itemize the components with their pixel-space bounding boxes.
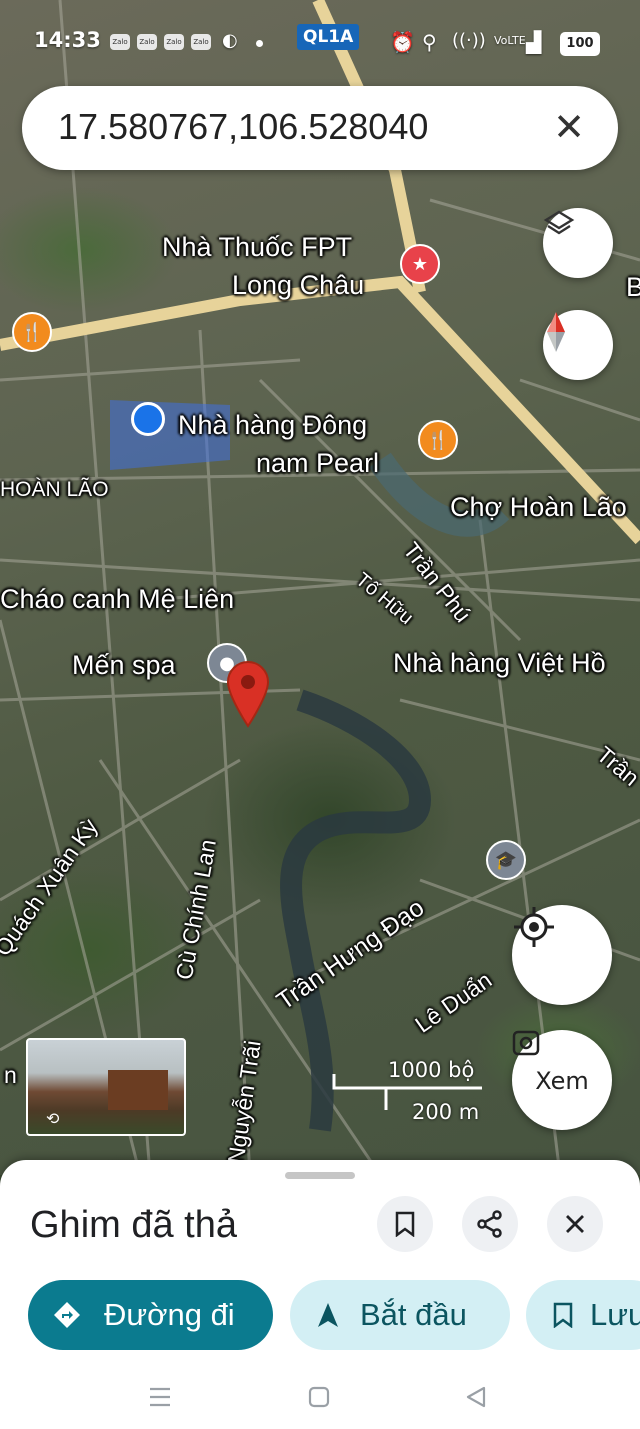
share-icon [477,1210,502,1238]
map-canvas[interactable]: 14:33 Zalo Zalo Zalo Zalo ◐ QL1A ⏰ ⚲ ((·… [0,0,640,1175]
my-location-button[interactable] [512,905,612,1005]
status-time: 14:33 [34,28,101,52]
location-icon: ⚲ [422,30,437,54]
close-icon [566,1215,584,1233]
place-label-pharmacy[interactable]: Nhà Thuốc FPT [162,232,352,263]
clear-search-icon[interactable]: ✕ [546,104,592,150]
search-bar[interactable]: 17.580767,106.528040 ✕ [22,86,618,170]
zalo-icon: Zalo [191,34,211,50]
save-label: Lưu [590,1297,640,1332]
share-button[interactable] [462,1196,518,1252]
sheet-title: Ghim đã thả [30,1204,237,1246]
back-icon[interactable] [464,1385,488,1409]
route-badge: QL1A [297,24,360,50]
search-input[interactable]: 17.580767,106.528040 [58,106,428,148]
zalo-icon: Zalo [137,34,157,50]
zalo-icon: Zalo [110,34,130,50]
house-image [108,1070,168,1110]
place-sheet[interactable]: Ghim đã thả Đường đi Bắt đầu Lưu [0,1160,640,1429]
restaurant-icon[interactable]: 🍴 [12,312,52,352]
home-icon[interactable] [307,1385,331,1409]
menu-icon[interactable] [148,1386,172,1408]
place-label-men-spa[interactable]: Mến spa [72,650,176,681]
status-bar: 14:33 Zalo Zalo Zalo Zalo ◐ QL1A ⏰ ⚲ ((·… [0,22,640,62]
zalo-icon: Zalo [164,34,184,50]
compass-icon [547,312,565,352]
navigation-arrow-icon [318,1303,338,1327]
street-view-label: Xem [535,1067,589,1095]
current-location-dot [131,402,165,436]
save-button[interactable]: Lưu [526,1280,640,1350]
school-icon[interactable]: 🎓 [486,840,526,880]
signal-icon: ▟ [526,30,542,54]
place-label-cho-hoan-lao[interactable]: Chợ Hoàn Lão [450,492,627,523]
system-nav-bar [0,1370,640,1429]
messenger-icon: ◐ [222,30,238,51]
dropped-pin-icon[interactable] [224,660,272,728]
notification-dot-icon [256,40,263,47]
road-label-edge: n [4,1062,17,1088]
directions-icon [54,1302,80,1328]
compass-button[interactable] [543,310,613,380]
scale-imperial: 1000 bộ [388,1058,475,1082]
wifi-icon: ((·)) [452,30,486,51]
layers-button[interactable] [543,208,613,278]
start-button[interactable]: Bắt đầu [290,1280,510,1350]
layers-icon [543,210,575,235]
map-scale: 1000 bộ 200 m [330,1058,490,1128]
bookmark-icon [395,1211,415,1237]
crosshair-icon [514,907,554,947]
360-icon: ⟲ [46,1109,60,1128]
place-label-dong-nam-pearl[interactable]: Nhà hàng Đông [178,410,367,441]
camera-search-icon [512,1030,540,1056]
lte-icon: VoLTE [494,34,526,47]
sheet-drag-handle[interactable] [285,1172,355,1179]
scale-metric: 200 m [412,1100,480,1124]
place-label-dong-nam-pearl-line2[interactable]: nam Pearl [256,448,379,479]
pharmacy-icon[interactable]: ★ [400,244,440,284]
battery-indicator: 100 [560,32,600,56]
restaurant-icon[interactable]: 🍴 [418,420,458,460]
bookmark-icon [553,1302,573,1328]
place-label-pharmacy-line2[interactable]: Long Châu [232,270,364,301]
street-view-button[interactable]: Xem [512,1030,612,1130]
place-label-nha-hang-viet[interactable]: Nhà hàng Việt Hồ [393,648,606,679]
area-label-hoan-lao: HOÀN LÃO [0,478,109,501]
street-view-thumbnail[interactable]: ⟲ [26,1038,186,1136]
start-label: Bắt đầu [360,1297,467,1332]
close-sheet-button[interactable] [547,1196,603,1252]
place-label-chao-canh[interactable]: Cháo canh Mệ Liên [0,584,234,615]
directions-label: Đường đi [104,1297,235,1332]
directions-button[interactable]: Đường đi [28,1280,273,1350]
save-bookmark-button[interactable] [377,1196,433,1252]
alarm-icon: ⏰ [390,30,415,54]
place-label-edge: B [626,272,640,302]
